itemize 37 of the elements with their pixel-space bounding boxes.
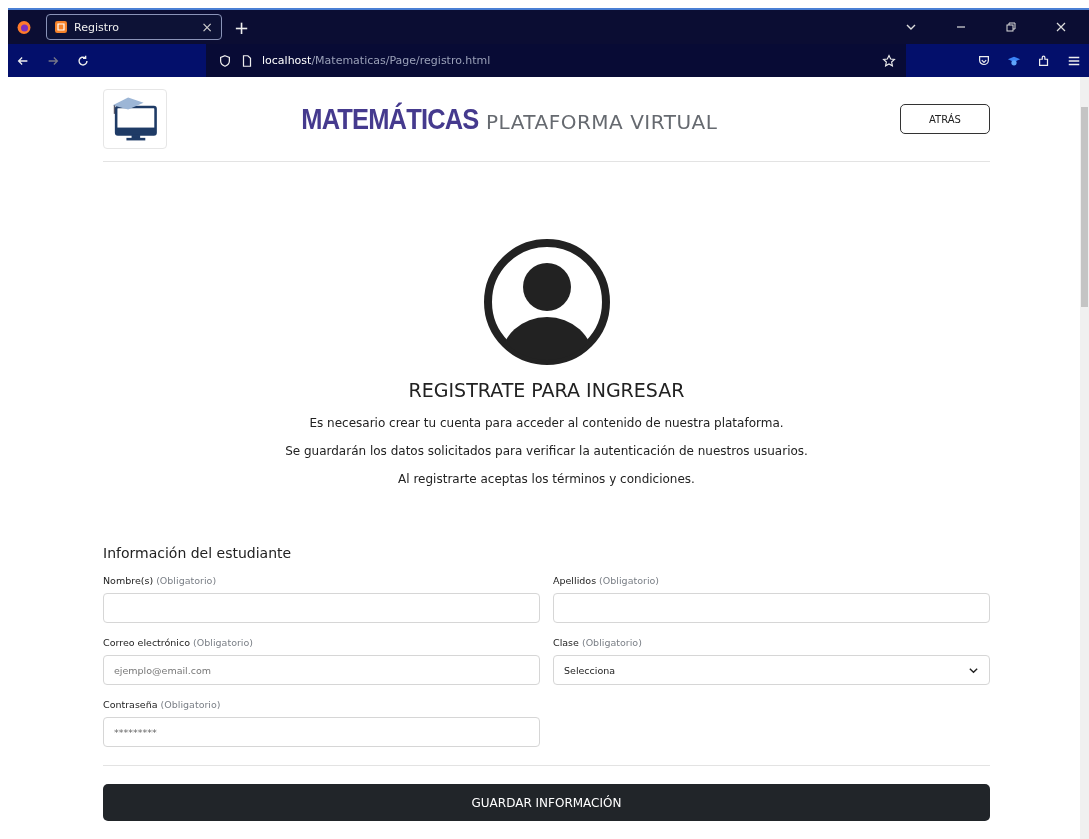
scrollbar[interactable] [1080,77,1089,839]
intro-text: Es necesario crear tu cuenta para acceder al contenido de nuestra plataforma. [309,415,784,432]
field-label: Clase (Obligatorio) [553,637,643,648]
brand-subtitle: PLATAFORMA VIRTUAL [486,110,718,134]
tab-close-button[interactable]: × [201,19,213,35]
user-avatar-icon [481,237,612,367]
select-field[interactable]: Selecciona [553,655,990,685]
form-title: Información del estudiante [103,545,293,561]
tab-title: Registro [74,20,120,34]
input-field[interactable] [103,593,540,623]
close-icon[interactable] [1055,21,1067,33]
browser-tab[interactable]: Registro × [46,14,222,40]
password-field[interactable]: ********* [103,717,540,747]
star-icon[interactable] [882,53,896,68]
save-button[interactable]: GUARDAR INFORMACIÓN [103,784,990,821]
address-bar[interactable]: localhost/Matematicas/Page/registro.html [206,44,906,77]
field-label: Nombre(s) (Obligatorio) [103,575,218,586]
new-tab-button[interactable]: + [234,16,250,38]
brand-title: MATEMÁTICAS [300,102,479,136]
favicon-icon [55,21,67,33]
page-icon [240,53,254,68]
restore-icon[interactable] [1005,21,1017,33]
input-field[interactable]: ejemplo@email.com [103,655,540,685]
reload-icon[interactable] [76,53,90,68]
puzzle-icon[interactable] [1037,53,1051,68]
back-button[interactable]: ATRÁS [900,104,990,134]
intro-text: Al registrarte aceptas los términos y condiciones. [398,471,695,488]
input-field[interactable] [553,593,990,623]
field-label: Apellidos (Obligatorio) [553,575,661,586]
browser-logo-icon[interactable] [16,19,32,35]
shield-icon [218,53,232,68]
intro-heading: REGISTRATE PARA INGRESAR [408,379,685,401]
field-label: Correo electrónico (Obligatorio) [103,637,254,648]
intro-text: Se guardarán los datos solicitados para verificar la autenticación de nuestros usuarios. [285,443,808,460]
field-label: Contraseña (Obligatorio) [103,699,222,710]
pocket-icon[interactable] [977,53,991,68]
url-text: localhost/Matematicas/Page/registro.html [262,54,491,67]
